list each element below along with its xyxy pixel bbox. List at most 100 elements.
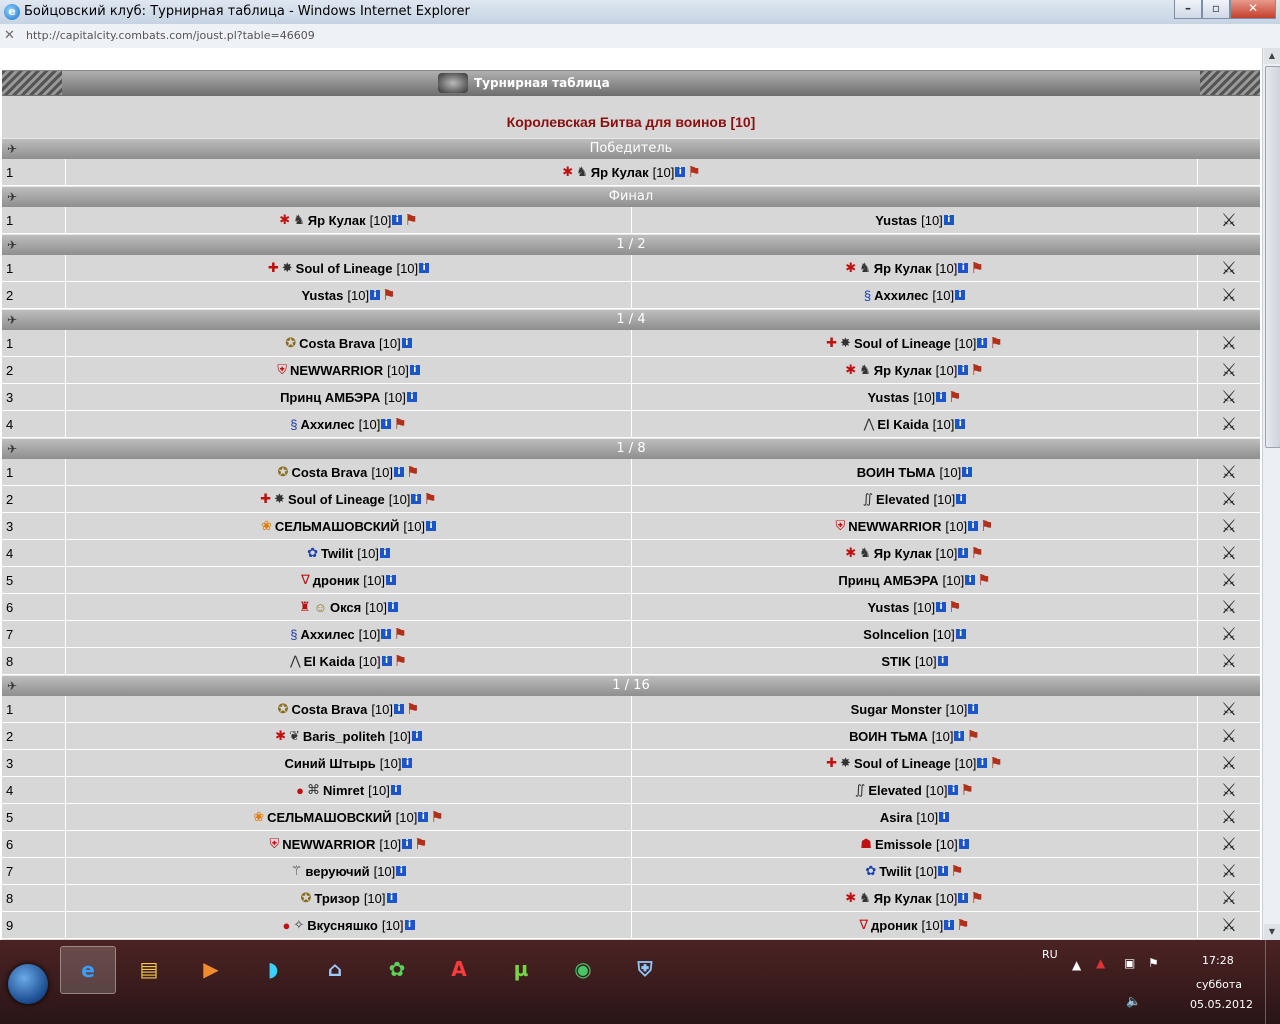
dragon-icon[interactable]: ✸ [840, 335, 851, 351]
crossed-swords-icon[interactable]: ⚔ [1221, 414, 1237, 435]
bat-icon[interactable]: ⋀ [290, 653, 301, 669]
player-name[interactable]: Costa Brava [299, 336, 375, 351]
player-name[interactable]: веруючий [305, 864, 369, 879]
red-dot-icon[interactable]: ● [296, 783, 304, 798]
info-icon[interactable]: i [385, 575, 396, 585]
player-name[interactable]: дроник [313, 573, 359, 588]
crossed-swords-icon[interactable]: ⚔ [1221, 651, 1237, 672]
player-name[interactable]: STIK [881, 654, 911, 669]
dragon-icon[interactable]: ✸ [282, 260, 293, 276]
wolf-icon[interactable]: ♞ [859, 260, 871, 276]
clock-date[interactable]: 05.05.2012 [1190, 998, 1253, 1011]
info-icon[interactable]: i [379, 548, 390, 558]
info-icon[interactable]: i [977, 758, 988, 768]
blue-paws-icon[interactable]: ✿ [865, 863, 876, 879]
blue-paws-icon[interactable]: ✿ [307, 545, 318, 561]
info-icon[interactable]: i [936, 392, 947, 402]
shield-emblem-icon[interactable]: ✪ [278, 464, 289, 480]
crossed-swords-icon[interactable]: ⚔ [1221, 258, 1237, 279]
player-name[interactable]: Окся [330, 600, 361, 615]
red-dot-icon[interactable]: ● [282, 918, 290, 933]
info-icon[interactable]: i [936, 602, 947, 612]
player-name[interactable]: Яр Кулак [874, 261, 932, 276]
player-name[interactable]: Soul of Lineage [854, 756, 951, 771]
player-name[interactable]: NEWWARRIOR [282, 837, 375, 852]
tray-device-icon[interactable]: ▣ [1124, 956, 1135, 970]
show-hidden-icons-icon[interactable]: ▲ [1072, 958, 1081, 972]
teal-emblem-icon[interactable]: ✧ [293, 917, 304, 933]
info-icon[interactable]: i [418, 812, 429, 822]
crossed-swords-icon[interactable]: ⚔ [1221, 888, 1237, 909]
player-name[interactable]: Yustas [867, 390, 909, 405]
shield-emblem-icon[interactable]: ✪ [301, 890, 312, 906]
radio-icon[interactable]: ◉ [556, 946, 610, 992]
red-cross-icon[interactable]: ✚ [826, 755, 837, 771]
info-icon[interactable]: i [392, 215, 403, 225]
crossed-swords-icon[interactable]: ⚔ [1221, 726, 1237, 747]
info-icon[interactable]: i [968, 521, 979, 531]
ladybug-icon[interactable]: ✱ [275, 728, 286, 744]
wolf-icon[interactable]: ♞ [859, 890, 871, 906]
blue-rune-icon[interactable]: § [290, 627, 297, 642]
info-icon[interactable]: i [938, 866, 949, 876]
info-icon[interactable]: i [390, 785, 401, 795]
info-icon[interactable]: i [419, 263, 430, 273]
info-icon[interactable]: i [402, 839, 413, 849]
volume-icon[interactable]: 🔈 [1126, 994, 1141, 1008]
maximize-button[interactable]: ▫ [1202, 0, 1230, 19]
bat-icon[interactable]: ⋀ [864, 416, 875, 432]
player-name[interactable]: El Kaida [877, 417, 928, 432]
wolf-icon[interactable]: ♞ [859, 362, 871, 378]
wolf-icon[interactable]: ♞ [576, 164, 588, 180]
monogram-icon[interactable]: ∬ [855, 782, 865, 798]
red-cross-icon[interactable]: ✚ [826, 335, 837, 351]
shield-emblem-icon[interactable]: ✪ [278, 701, 289, 717]
dark-beast-icon[interactable]: ☗ [860, 836, 872, 852]
info-icon[interactable]: i [958, 893, 969, 903]
crossed-swords-icon[interactable]: ⚔ [1221, 861, 1237, 882]
tray-acrobat-icon[interactable]: ▲ [1096, 956, 1105, 970]
player-name[interactable]: Nimret [323, 783, 364, 798]
info-icon[interactable]: i [406, 392, 417, 402]
info-icon[interactable]: i [954, 731, 965, 741]
crossed-swords-icon[interactable]: ⚔ [1221, 570, 1237, 591]
v-badge-icon[interactable]: ∇ [301, 572, 310, 588]
red-cross-icon[interactable]: ✚ [268, 260, 279, 276]
player-name[interactable]: Emissole [875, 837, 932, 852]
player-name[interactable]: Twilit [879, 864, 911, 879]
info-icon[interactable]: i [965, 575, 976, 585]
ladybug-icon[interactable]: ✱ [845, 545, 856, 561]
clock-day[interactable]: суббота [1196, 978, 1242, 991]
player-name[interactable]: Яр Кулак [874, 546, 932, 561]
crossed-swords-icon[interactable]: ⚔ [1221, 915, 1237, 936]
red-shield-icon[interactable]: ⛨ [277, 362, 287, 378]
info-icon[interactable]: i [675, 167, 686, 177]
player-name[interactable]: Costa Brava [291, 702, 367, 717]
player-name[interactable]: Soul of Lineage [296, 261, 393, 276]
player-name[interactable]: Yustas [301, 288, 343, 303]
info-icon[interactable]: i [381, 419, 392, 429]
info-icon[interactable]: i [955, 290, 966, 300]
vertical-scrollbar[interactable]: ▲ ▼ [1262, 48, 1280, 940]
crossed-swords-icon[interactable]: ⚔ [1221, 753, 1237, 774]
close-button[interactable]: ✕ [1230, 0, 1276, 19]
v-badge-icon[interactable]: ∇ [859, 917, 868, 933]
player-name[interactable]: Baris_politeh [303, 729, 385, 744]
player-name[interactable]: El Kaida [304, 654, 355, 669]
address-url[interactable]: http://capitalcity.combats.com/joust.pl?… [26, 29, 315, 42]
info-icon[interactable]: i [958, 263, 969, 273]
info-icon[interactable]: i [937, 656, 948, 666]
media-player-icon[interactable]: ▶ [184, 946, 238, 992]
info-icon[interactable]: i [381, 629, 392, 639]
info-icon[interactable]: i [409, 365, 420, 375]
crossed-swords-icon[interactable]: ⚔ [1221, 624, 1237, 645]
player-name[interactable]: дроник [871, 918, 917, 933]
info-icon[interactable]: i [968, 704, 979, 714]
info-icon[interactable]: i [943, 215, 954, 225]
wolf-icon[interactable]: ♞ [859, 545, 871, 561]
dragon-icon[interactable]: ✸ [840, 755, 851, 771]
player-name[interactable]: Принц АМБЭРА [838, 573, 938, 588]
wolf-icon[interactable]: ♞ [293, 212, 305, 228]
info-icon[interactable]: i [396, 866, 407, 876]
crossed-swords-icon[interactable]: ⚔ [1221, 834, 1237, 855]
